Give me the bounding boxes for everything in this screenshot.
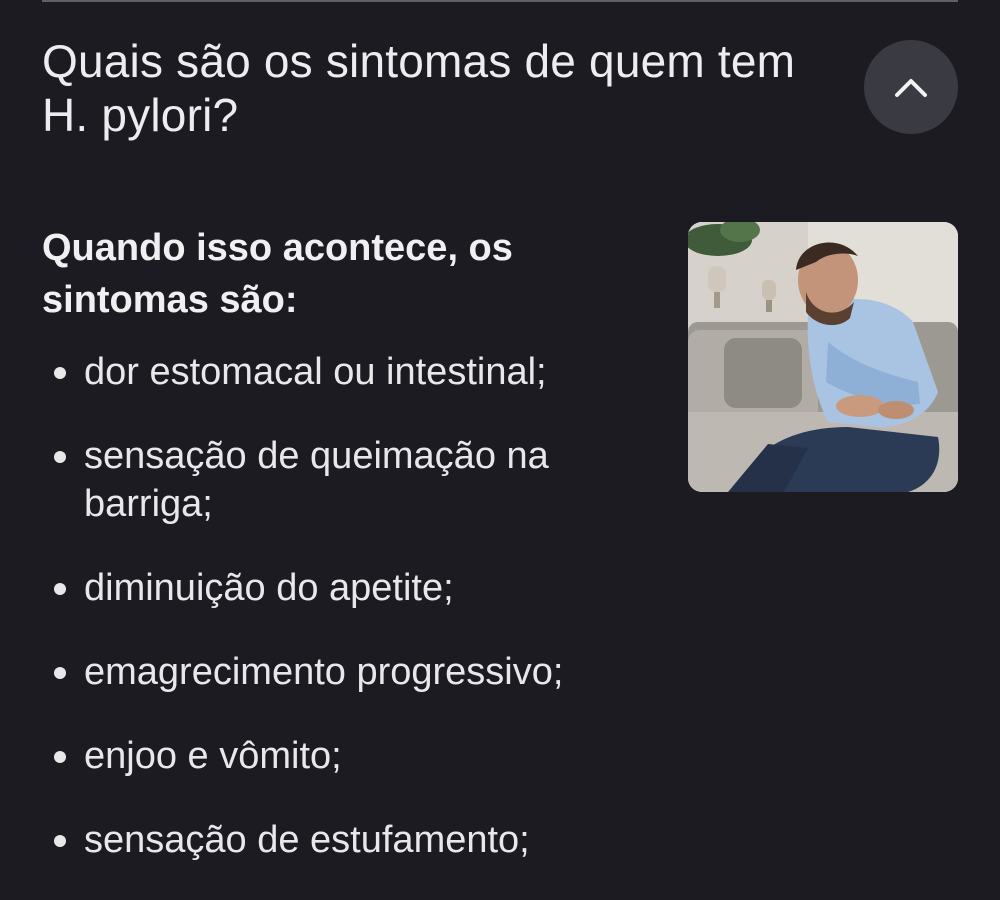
bullet-icon bbox=[54, 751, 66, 763]
chevron-up-icon bbox=[895, 79, 927, 97]
top-divider bbox=[42, 0, 958, 2]
symptom-photo[interactable] bbox=[688, 222, 958, 492]
bullet-icon bbox=[54, 451, 66, 463]
list-item: dor estomacal ou intestinal; bbox=[42, 348, 662, 396]
stomach-pain-illustration bbox=[688, 222, 958, 492]
list-item: diminuição do apetite; bbox=[42, 564, 662, 612]
collapse-button[interactable] bbox=[864, 40, 958, 134]
symptom-text: diminuição do apetite; bbox=[84, 567, 454, 609]
answer-panel: Quando isso acontece, os sintomas são: d… bbox=[42, 222, 662, 900]
answer-title: Quando isso acontece, os sintomas são: bbox=[42, 227, 513, 321]
symptom-text: sensação de queimação na barriga; bbox=[84, 435, 549, 525]
bullet-icon bbox=[54, 583, 66, 595]
bullet-icon bbox=[54, 667, 66, 679]
bullet-icon bbox=[54, 367, 66, 379]
bullet-icon bbox=[54, 835, 66, 847]
list-item: enjoo e vômito; bbox=[42, 732, 662, 780]
symptom-text: emagrecimento progressivo; bbox=[84, 651, 564, 693]
list-item: sensação de queimação na barriga; bbox=[42, 432, 662, 528]
list-item: sensação de estufamento; bbox=[42, 816, 662, 864]
list-item: emagrecimento progressivo; bbox=[42, 648, 662, 696]
symptom-text: dor estomacal ou intestinal; bbox=[84, 351, 547, 393]
symptom-list: dor estomacal ou intestinal; sensação de… bbox=[42, 348, 662, 864]
symptom-text: sensação de estufamento; bbox=[84, 819, 530, 861]
faq-question[interactable]: Quais são os sintomas de quem tem H. pyl… bbox=[42, 34, 842, 142]
symptom-text: enjoo e vômito; bbox=[84, 735, 342, 777]
